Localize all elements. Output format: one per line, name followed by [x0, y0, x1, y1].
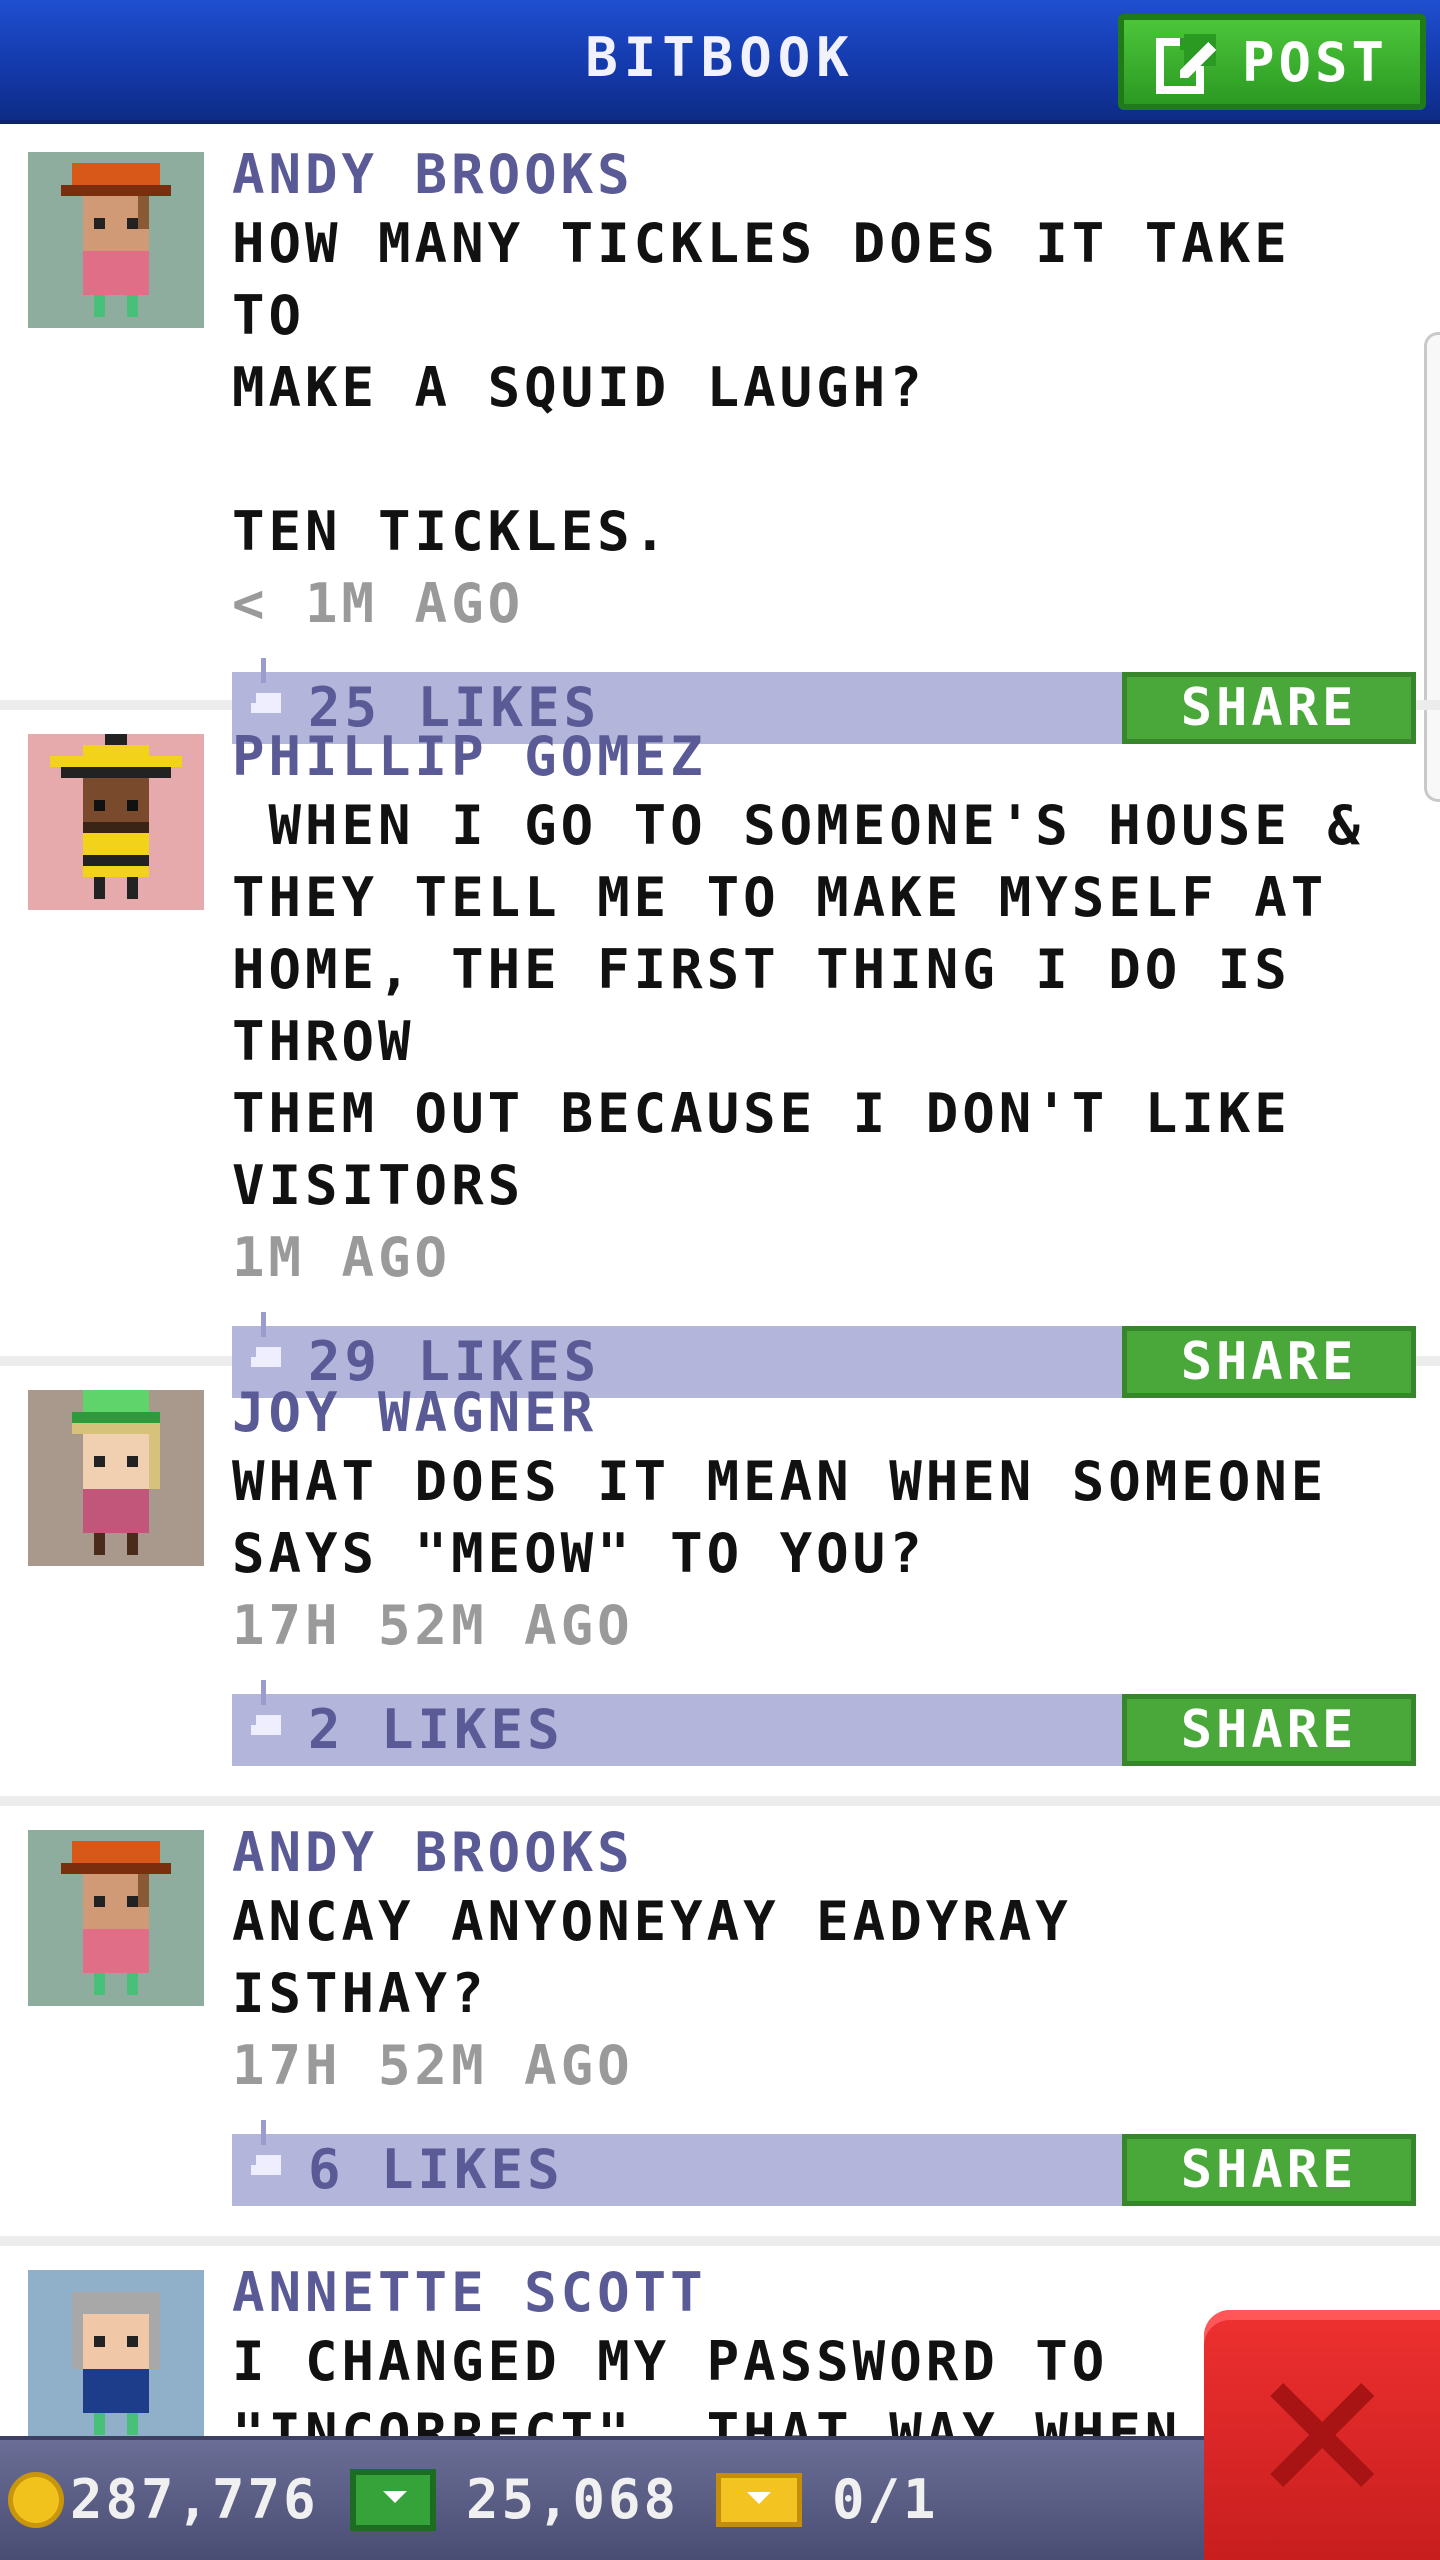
post-timestamp: 17H 52M AGO	[232, 1594, 634, 1657]
like-bar[interactable]: 2 LIKES SHARE	[232, 1680, 1416, 1766]
share-button[interactable]: SHARE	[1122, 2134, 1416, 2206]
like-bar[interactable]: 6 LIKES SHARE	[232, 2120, 1416, 2206]
feed-post: JOY WAGNER WHAT DOES IT MEAN WHEN SOMEON…	[0, 1366, 1440, 1806]
cash-icon	[350, 2468, 436, 2531]
avatar[interactable]	[28, 152, 204, 328]
like-count: 2 LIKES	[308, 1698, 564, 1761]
post-message: HOW MANY TICKLES DOES IT TAKE TO MAKE A …	[232, 212, 1291, 563]
feed-post: ANDY BROOKS HOW MANY TICKLES DOES IT TAK…	[0, 128, 1440, 744]
close-button[interactable]	[1204, 2310, 1440, 2560]
cash-stat[interactable]: 25,068	[350, 2468, 679, 2531]
cash-value: 25,068	[466, 2468, 680, 2531]
feed-list: ANDY BROOKS HOW MANY TICKLES DOES IT TAK…	[0, 128, 1440, 2560]
feed-post: ANDY BROOKS ANCAY ANYONEYAY EADYRAY ISTH…	[0, 1806, 1440, 2246]
thumbs-up-icon	[251, 2120, 281, 2175]
post-button[interactable]: POST	[1118, 14, 1426, 110]
avatar[interactable]	[28, 1830, 204, 2006]
post-message: WHAT DOES IT MEAN WHEN SOMEONE SAYS "MEO…	[232, 1450, 1328, 1585]
post-author[interactable]: JOY WAGNER	[232, 1380, 1400, 1446]
top-bar: BITBOOK POST	[0, 0, 1440, 124]
feed-post: PHILLIP GOMEZ WHEN I GO TO SOMEONE'S HOU…	[0, 710, 1440, 1398]
post-author[interactable]: PHILLIP GOMEZ	[232, 724, 1400, 790]
share-button[interactable]: SHARE	[1122, 1694, 1416, 1766]
post-message: WHEN I GO TO SOMEONE'S HOUSE & THEY TELL…	[232, 794, 1364, 1217]
post-timestamp: 1M AGO	[232, 1226, 452, 1289]
post-message: ANCAY ANYONEYAY EADYRAY ISTHAY?	[232, 1890, 1072, 2025]
close-icon	[1270, 2383, 1374, 2487]
coins-value: 287,776	[70, 2468, 319, 2531]
tickets-value: 0/1	[832, 2468, 939, 2531]
post-timestamp: 17H 52M AGO	[232, 2034, 634, 2097]
like-count: 6 LIKES	[308, 2138, 564, 2201]
avatar[interactable]	[28, 1390, 204, 1566]
post-author[interactable]: ANDY BROOKS	[232, 1820, 1400, 1886]
avatar[interactable]	[28, 734, 204, 910]
thumbs-up-icon	[251, 1680, 281, 1735]
post-author[interactable]: ANDY BROOKS	[232, 142, 1400, 208]
post-button-label: POST	[1241, 30, 1389, 94]
tickets-stat[interactable]: 0/1	[716, 2468, 939, 2531]
avatar[interactable]	[28, 2270, 204, 2446]
coin-icon	[8, 2471, 64, 2528]
coins-stat: 287,776	[8, 2468, 319, 2531]
post-timestamp: < 1M AGO	[232, 572, 525, 635]
compose-icon	[1155, 34, 1216, 94]
ticket-icon	[716, 2472, 802, 2527]
